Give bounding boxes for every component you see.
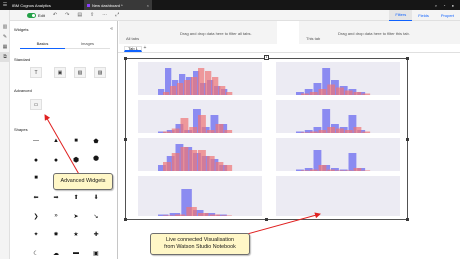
arrow-advanced (44, 114, 81, 177)
annotation-arrows (44, 114, 321, 237)
callout-line: from Watson Studio Notebook (164, 244, 236, 250)
arrow-live (239, 212, 321, 237)
callout-line: Live connected Visualisation (166, 237, 234, 243)
callout-live-visualisation: Live connected Visualisation from Watson… (150, 233, 250, 255)
callout-advanced-widgets: Advanced Widgets (53, 173, 113, 190)
